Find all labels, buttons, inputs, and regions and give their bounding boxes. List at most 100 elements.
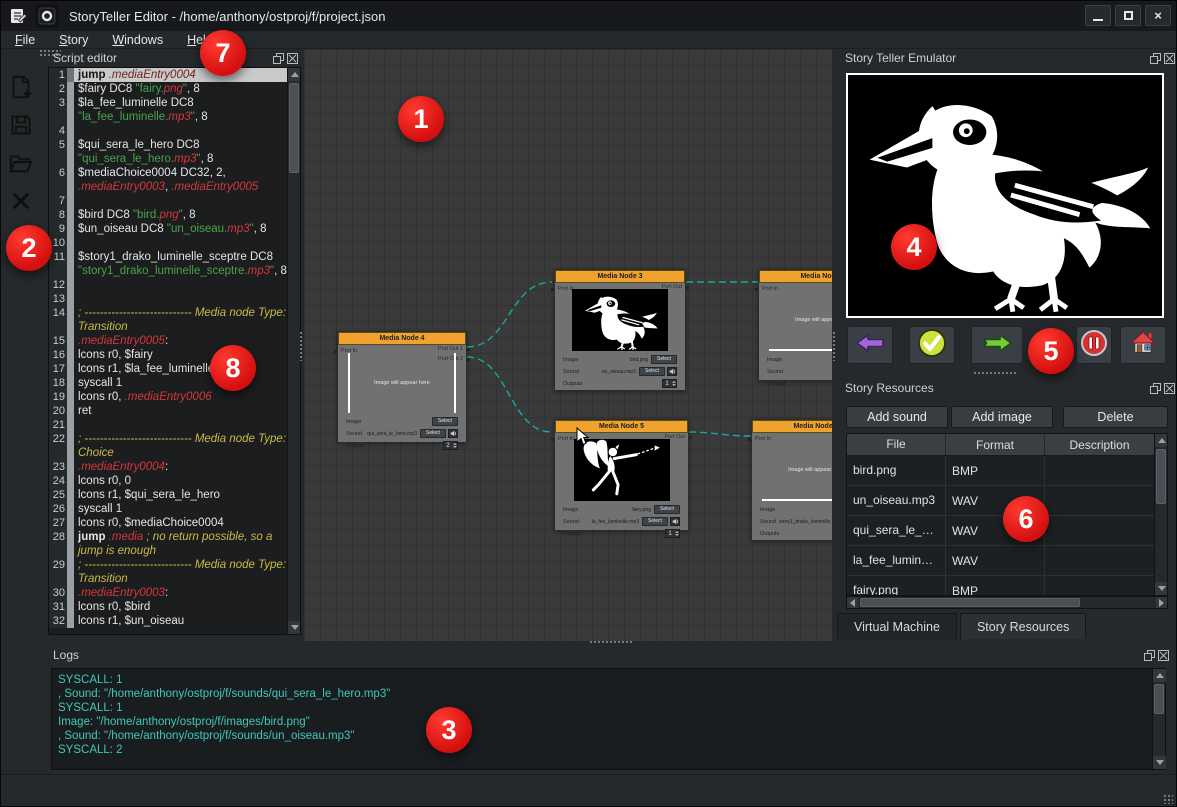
close-panel-icon[interactable] [1164, 53, 1175, 64]
float-panel-icon[interactable] [1144, 650, 1155, 661]
node-title[interactable]: Media Node 4 [338, 332, 466, 345]
node-title[interactable]: Media Node 5 [555, 420, 688, 433]
menu-item-story[interactable]: Story [59, 33, 88, 47]
scrollbar-thumb[interactable] [860, 598, 1080, 607]
scrollbar-thumb[interactable] [1154, 684, 1164, 714]
pause-button[interactable] [1076, 326, 1112, 364]
tab-virtual-machine[interactable]: Virtual Machine [837, 613, 957, 639]
splitter-handle[interactable] [299, 331, 304, 361]
table-row[interactable]: qui_sera_le_hero.mp3WAV [847, 516, 1154, 546]
scroll-down-arrow-icon[interactable] [288, 621, 301, 634]
spinner-arrows-icon[interactable] [452, 443, 457, 448]
column-header-file[interactable]: File [847, 434, 946, 455]
image-select-button[interactable]: Select [654, 505, 680, 514]
port-out[interactable]: Port Out [662, 284, 682, 290]
table-row[interactable]: un_oiseau.mp3WAV [847, 486, 1154, 516]
table-vertical-scrollbar[interactable] [1154, 434, 1167, 595]
table-row[interactable]: bird.pngBMP [847, 456, 1154, 486]
port-out-dot[interactable] [686, 286, 689, 289]
table-horizontal-scrollbar[interactable] [846, 596, 1168, 609]
sound-select-button[interactable]: Select [639, 367, 665, 376]
scroll-right-arrow-icon[interactable] [1156, 597, 1167, 608]
port-out-dot[interactable] [689, 436, 692, 439]
port-out-dot[interactable] [467, 358, 470, 361]
menu-item-file[interactable]: File [15, 33, 35, 47]
code-text: $un_oiseau DC8 "un_oiseau.mp3", 8 [74, 222, 287, 236]
splitter-handle[interactable] [589, 640, 633, 645]
next-button[interactable] [971, 326, 1023, 364]
new-script-button[interactable] [5, 73, 37, 105]
table-row[interactable]: fairy.pngBMP [847, 576, 1154, 595]
scroll-up-arrow-icon[interactable] [288, 68, 301, 81]
port-in-dot[interactable] [551, 438, 554, 441]
open-button[interactable] [5, 149, 37, 181]
app-menu-icon[interactable] [6, 4, 30, 28]
close-project-button[interactable] [5, 187, 37, 219]
outputs-spinner[interactable]: 1 [665, 529, 680, 538]
back-button[interactable] [847, 326, 893, 364]
maximize-button[interactable] [1115, 5, 1141, 26]
scrollbar-thumb[interactable] [1156, 449, 1166, 504]
add-sound-button[interactable]: Add sound [846, 406, 948, 428]
menu-item-windows[interactable]: Windows [112, 33, 163, 47]
float-panel-icon[interactable] [1150, 53, 1161, 64]
tab-story-resources[interactable]: Story Resources [960, 613, 1086, 639]
log-output[interactable]: SYSCALL: 1, Sound: "/home/anthony/ostpro… [51, 668, 1166, 770]
node-media-node-6[interactable]: Media Node 6Port InImage will appear her… [751, 419, 832, 541]
float-panel-icon[interactable] [273, 53, 284, 64]
sound-select-button[interactable]: Select [642, 517, 668, 526]
window-resize-grip[interactable] [1163, 794, 1173, 804]
node-media-node-2[interactable]: Media Node 2Port InImage will appear her… [758, 269, 832, 381]
image-placeholder: Image will appear here [769, 291, 832, 351]
port-in-dot[interactable] [334, 350, 337, 353]
node-media-node-3[interactable]: Media Node 3Port InPort OutImagebird.png… [554, 269, 686, 391]
port-out[interactable]: Port Out [665, 434, 685, 440]
close-panel-icon[interactable] [1158, 650, 1169, 661]
column-header-description[interactable]: Description [1045, 434, 1154, 455]
port-in[interactable]: Port In [558, 436, 574, 442]
minimize-button[interactable] [1085, 5, 1111, 26]
sound-select-button[interactable]: Select [420, 429, 446, 438]
home-house-icon [1129, 329, 1157, 362]
code-editor[interactable]: 1jump .mediaEntry00042$fairy DC8 "fairy.… [48, 67, 301, 635]
float-panel-icon[interactable] [1150, 383, 1161, 394]
home-button[interactable] [1120, 326, 1166, 364]
close-panel-icon[interactable] [287, 53, 298, 64]
speaker-icon[interactable] [667, 367, 677, 376]
save-button[interactable] [5, 111, 37, 143]
close-button[interactable]: × [1145, 5, 1171, 26]
logs-vertical-scrollbar[interactable] [1152, 669, 1165, 769]
outputs-spinner[interactable]: 1 [662, 379, 677, 388]
image-select-button[interactable]: Select [432, 417, 458, 426]
port-in[interactable]: Port In [558, 286, 574, 292]
table-row[interactable]: la_fee_luminelle.mp3WAV [847, 546, 1154, 576]
spinner-arrows-icon[interactable] [671, 381, 676, 386]
port-out[interactable]: Port Out 1 [438, 346, 463, 352]
scroll-up-arrow-icon[interactable] [1153, 669, 1166, 682]
scroll-up-arrow-icon[interactable] [1155, 434, 1168, 447]
image-select-button[interactable]: Select [651, 355, 677, 364]
node-title[interactable]: Media Node 2 [759, 270, 832, 283]
outputs-spinner[interactable]: 2 [443, 441, 458, 450]
ok-button[interactable] [909, 326, 955, 364]
node-media-node-5[interactable]: Media Node 5Port InPort OutImagefairy.pn… [554, 419, 689, 531]
port-in-dot[interactable] [755, 288, 758, 291]
delete-button[interactable]: Delete [1063, 406, 1168, 428]
speaker-icon[interactable] [670, 517, 680, 526]
port-in-dot[interactable] [748, 438, 751, 441]
node-media-node-4[interactable]: Media Node 4Port InPort Out 1Port Out 2I… [337, 331, 467, 443]
scroll-left-arrow-icon[interactable] [847, 597, 858, 608]
node-title[interactable]: Media Node 6 [752, 420, 832, 433]
node-canvas[interactable]: Media Node 4 Port In Port Out 1 Port Out 2 I… [304, 49, 832, 641]
add-image-button[interactable]: Add image [951, 406, 1053, 428]
node-title[interactable]: Media Node 3 [555, 270, 685, 283]
port-out-dot[interactable] [467, 348, 470, 351]
scroll-down-arrow-icon[interactable] [1153, 756, 1166, 769]
speaker-icon[interactable] [448, 429, 458, 438]
port-in-dot[interactable] [551, 288, 554, 291]
spinner-arrows-icon[interactable] [674, 531, 679, 536]
scroll-down-arrow-icon[interactable] [1155, 582, 1168, 595]
scrollbar-thumb[interactable] [289, 83, 299, 173]
column-header-format[interactable]: Format [946, 434, 1045, 455]
close-panel-icon[interactable] [1164, 383, 1175, 394]
